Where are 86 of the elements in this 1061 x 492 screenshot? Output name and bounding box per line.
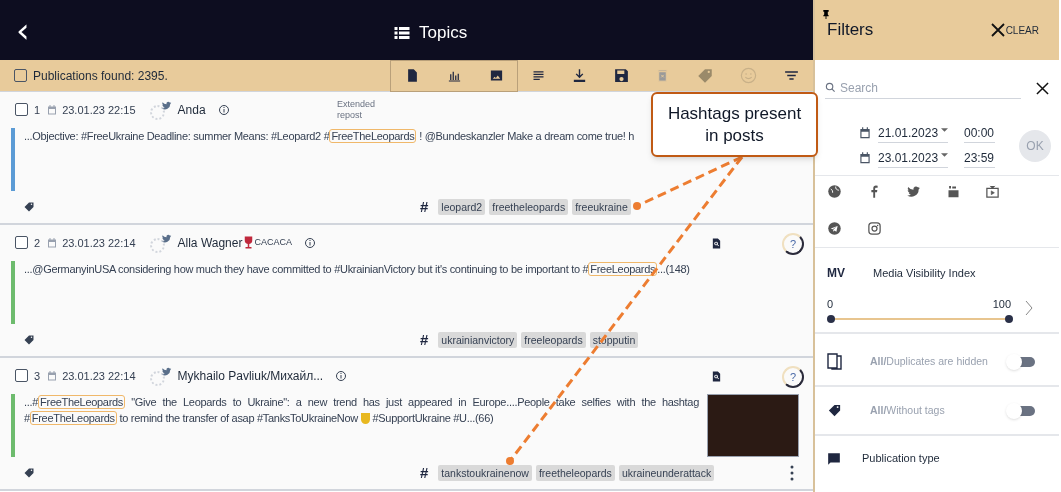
slider-thumb[interactable] bbox=[1005, 314, 1013, 323]
post-date: 23.01.23 22:15 bbox=[62, 102, 136, 118]
duplicate-icon bbox=[827, 353, 842, 370]
tag-icon bbox=[23, 467, 35, 480]
more-icon[interactable] bbox=[790, 465, 794, 482]
author-name: Alla Wagner bbox=[177, 234, 243, 252]
tv-icon[interactable] bbox=[985, 184, 1001, 199]
post-checkbox[interactable] bbox=[15, 103, 28, 117]
toggle-switch[interactable] bbox=[1009, 405, 1035, 416]
filters-title: Filters bbox=[827, 19, 874, 42]
calendar-icon bbox=[858, 126, 872, 140]
wine-glass-icon bbox=[244, 236, 254, 250]
hashtag-icon: # bbox=[420, 461, 429, 485]
tag-icon bbox=[827, 403, 842, 418]
hashtag-chip[interactable]: ukrainianvictory bbox=[438, 332, 518, 349]
post-text: ...# FreeTheLeopards "Give the Leopards to Ukraine": a new trend has just appeared in Europe....People take selfies with the hashtag # FreeTheLeopards to remind the transfer of asap #TanksToUkraineNow #SupportUkraine #U...(66) bbox=[24, 393, 700, 427]
author-name: Mykhailo Pavliuk/Михайл... bbox=[177, 367, 324, 385]
image-icon[interactable] bbox=[488, 68, 504, 83]
slider-thumb[interactable] bbox=[827, 314, 835, 323]
telegram-icon[interactable] bbox=[827, 220, 842, 236]
slider-min-label: 0 bbox=[827, 297, 834, 312]
callout-box: Hashtags present in posts bbox=[651, 92, 818, 157]
pin-icon bbox=[823, 10, 829, 19]
hashtag-chip[interactable]: ukraineunderattack bbox=[618, 465, 715, 482]
post-date: 23.01.23 22:14 bbox=[62, 368, 136, 384]
select-all-checkbox[interactable] bbox=[14, 69, 27, 82]
message-icon bbox=[827, 451, 841, 466]
info-icon[interactable] bbox=[303, 236, 316, 249]
tag-icon bbox=[23, 201, 35, 214]
calendar-icon bbox=[46, 236, 59, 249]
post-number: 3 bbox=[34, 368, 41, 384]
toggle-switch[interactable] bbox=[1009, 356, 1035, 367]
results-count: Publications found: 2395. bbox=[33, 67, 168, 85]
close-icon[interactable] bbox=[1036, 81, 1049, 95]
hashtag-chip[interactable]: tankstoukrainenow bbox=[438, 465, 532, 482]
hashtag-icon: # bbox=[420, 328, 429, 352]
back-button[interactable]: ‹ bbox=[16, 13, 30, 47]
calendar-icon bbox=[46, 103, 59, 116]
clear-button[interactable]: CLEAR bbox=[989, 22, 1039, 38]
post-number: 2 bbox=[34, 235, 41, 251]
hashtag-chip[interactable]: leopard2 bbox=[438, 199, 486, 216]
chevron-right-icon[interactable] bbox=[1025, 300, 1033, 316]
hashtag-chip[interactable]: freeukraine bbox=[572, 199, 631, 216]
score-indicator: ? bbox=[782, 366, 804, 388]
author-badge-label: CACACA bbox=[254, 236, 292, 250]
score-indicator: ? bbox=[782, 233, 804, 255]
repost-label: Extended repost bbox=[337, 99, 377, 121]
time-field[interactable]: 00:00 bbox=[964, 123, 995, 143]
post-text: ...@GermanyinUSA considering how much they have committed to #UkrainianVictory but it's continuing to be important to # FreeLeopards ...(148) bbox=[24, 260, 691, 278]
post-checkbox[interactable] bbox=[15, 236, 28, 250]
slider-max-label: 100 bbox=[992, 297, 1011, 312]
post-date: 23.01.23 22:14 bbox=[62, 235, 136, 251]
tag-icon bbox=[23, 334, 35, 347]
mv-label: Media Visibility Index bbox=[873, 265, 976, 281]
toggle-label: All/Without tags bbox=[870, 402, 945, 418]
info-icon[interactable] bbox=[217, 103, 230, 116]
search-icon bbox=[825, 82, 836, 93]
avatar-icon bbox=[149, 232, 172, 253]
publication-type-label: Publication type bbox=[862, 451, 940, 467]
post-number: 1 bbox=[34, 102, 41, 118]
dropdown-arrow-icon bbox=[941, 127, 948, 132]
mv-abbreviation: MV bbox=[827, 265, 845, 282]
twitter-icon[interactable] bbox=[906, 184, 922, 199]
calendar-icon bbox=[46, 369, 59, 382]
dropdown-arrow-icon bbox=[941, 152, 948, 157]
search-field[interactable]: Search bbox=[840, 78, 1010, 97]
author-name: Anda bbox=[177, 101, 206, 119]
close-icon bbox=[989, 22, 1006, 38]
post-checkbox[interactable] bbox=[15, 369, 28, 383]
date-field[interactable]: 21.01.2023 bbox=[878, 123, 948, 143]
calendar-icon bbox=[858, 151, 872, 165]
hashtag-icon: # bbox=[420, 195, 429, 219]
instagram-icon[interactable] bbox=[866, 220, 882, 236]
page-title: Topics bbox=[419, 22, 468, 44]
toggle-label: All/Duplicates are hidden bbox=[870, 353, 988, 369]
hashtag-chip[interactable]: freeleopards bbox=[521, 332, 586, 349]
shield-emoji-icon bbox=[360, 412, 370, 424]
globe-icon[interactable] bbox=[827, 184, 842, 199]
avatar-icon bbox=[149, 365, 172, 386]
time-field[interactable]: 23:59 bbox=[964, 148, 995, 168]
save-icon[interactable] bbox=[613, 67, 631, 84]
hashtag-chip[interactable]: freetheleopards bbox=[535, 465, 615, 482]
hashtag-chip[interactable]: freetheleopards bbox=[489, 199, 569, 216]
avatar-icon bbox=[149, 99, 172, 120]
date-field[interactable]: 23.01.2023 bbox=[878, 148, 948, 168]
info-icon[interactable] bbox=[335, 369, 348, 382]
